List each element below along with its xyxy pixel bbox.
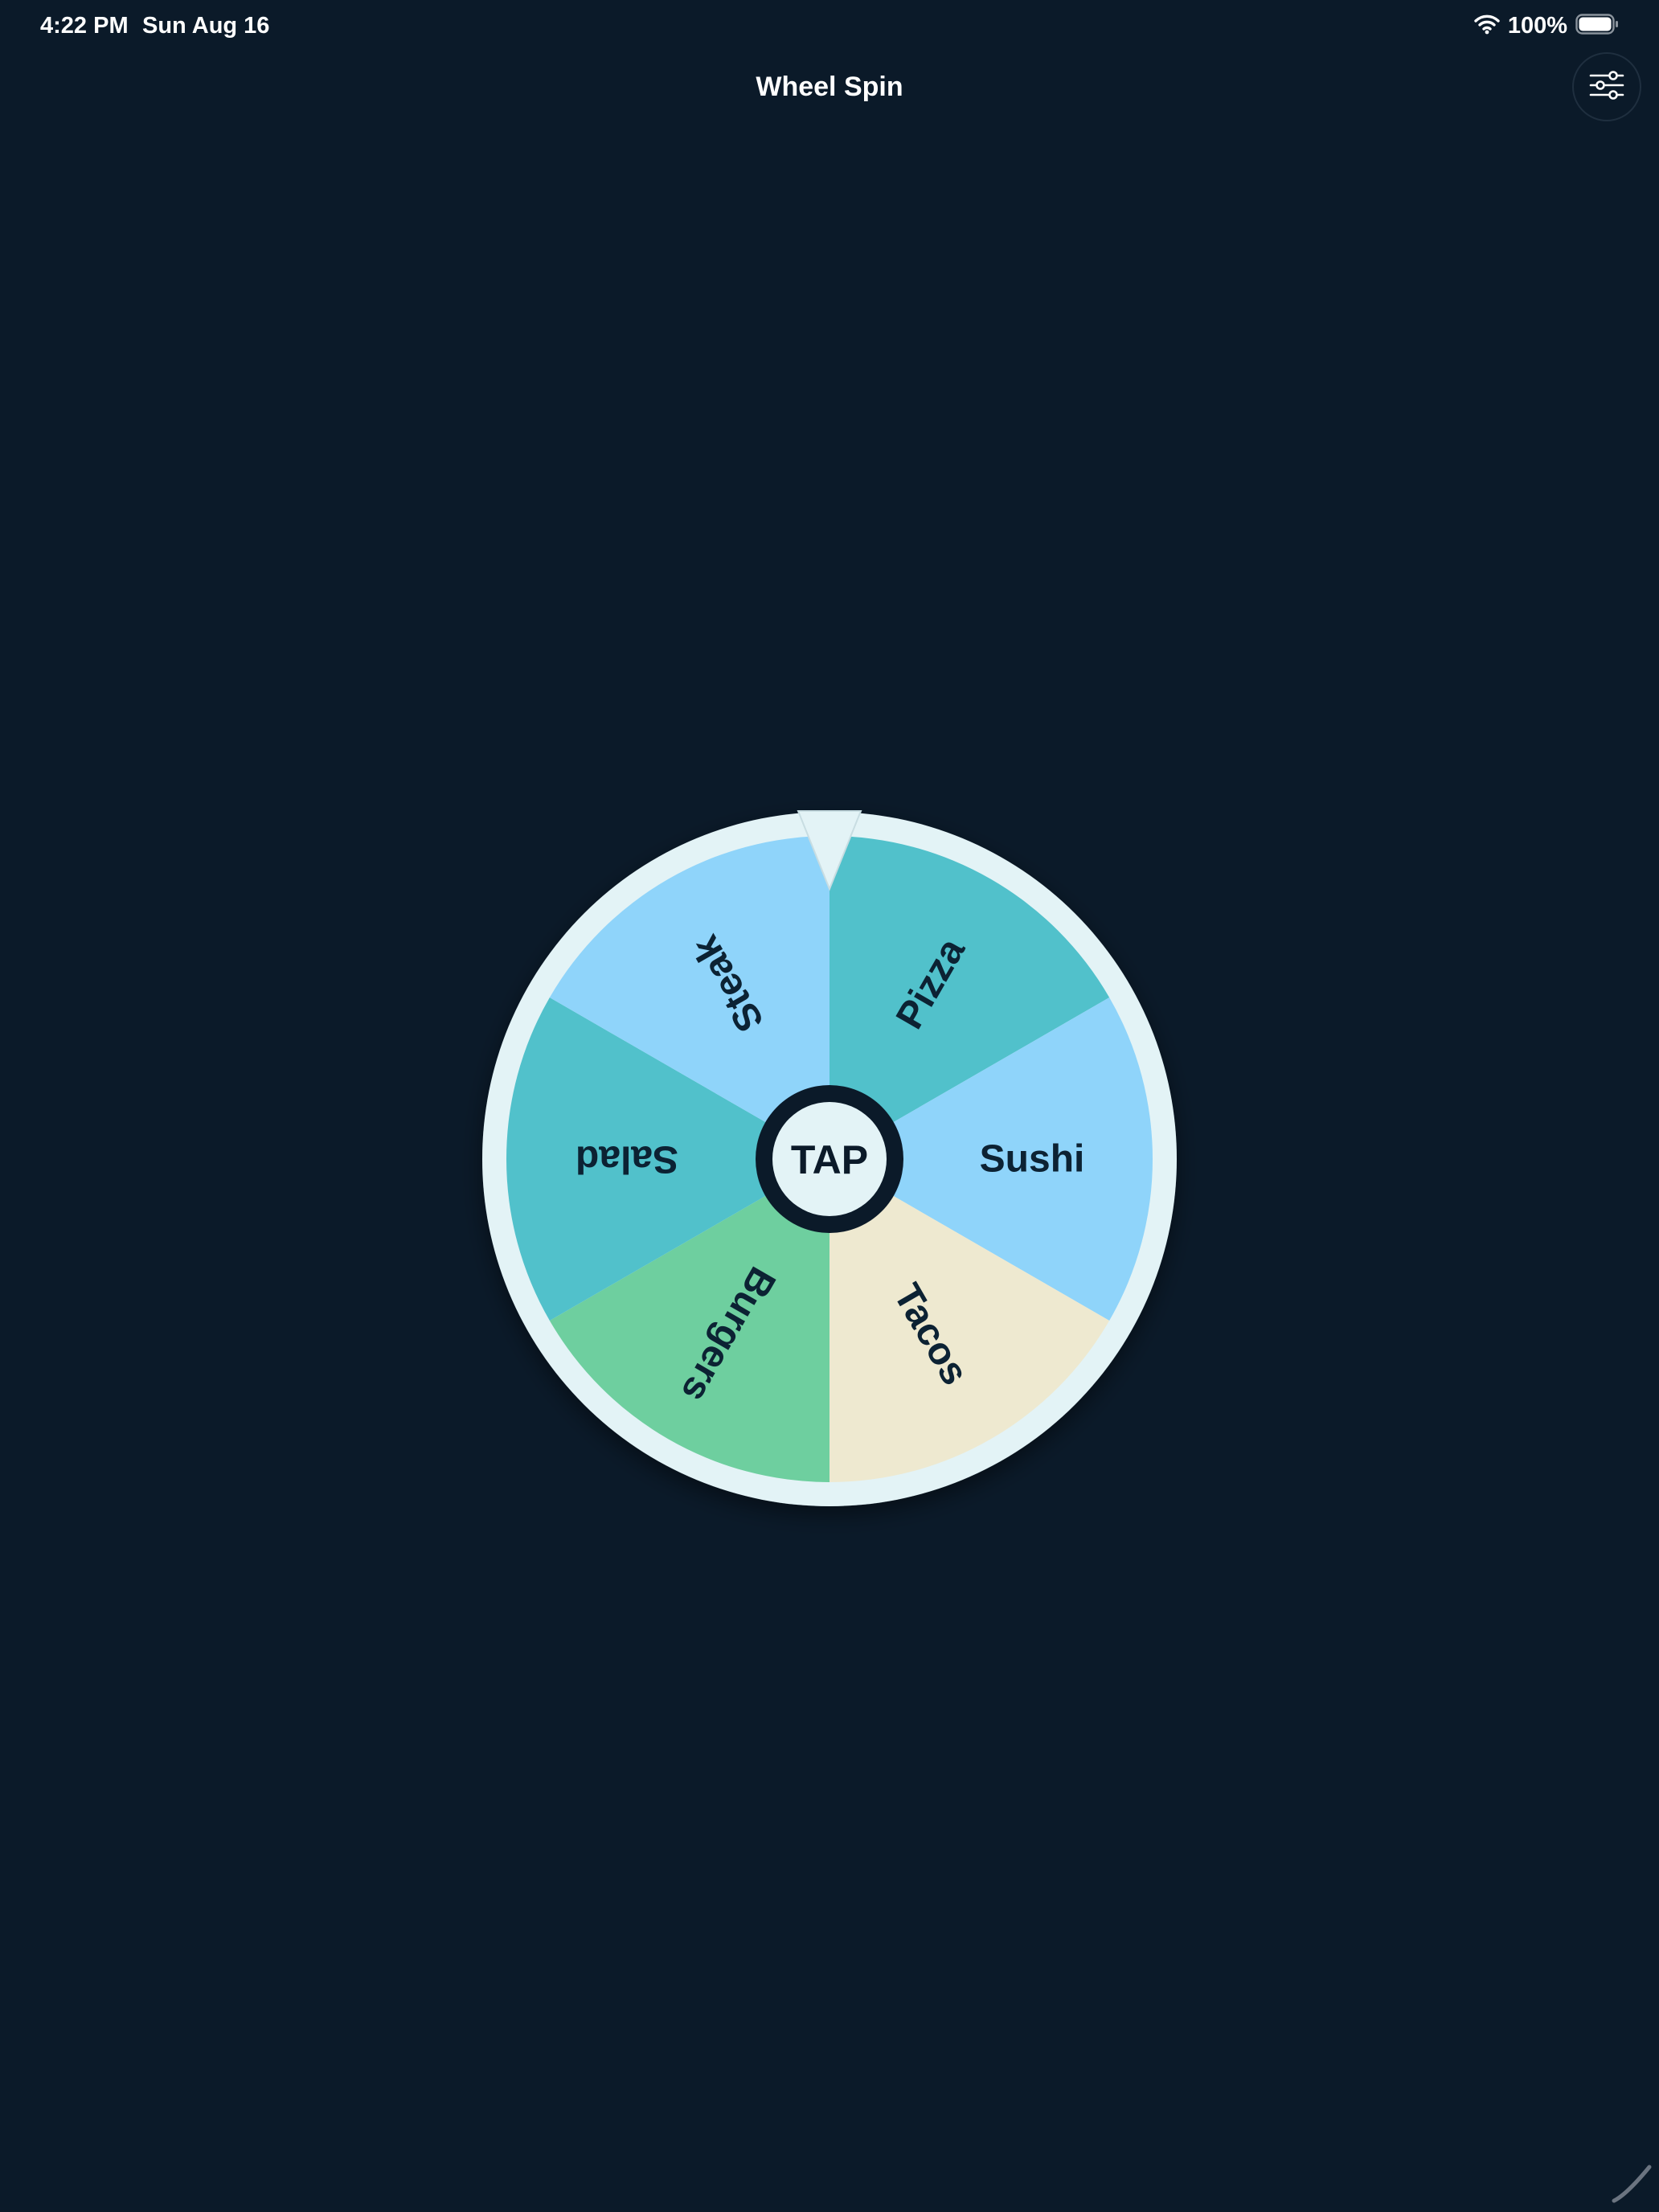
wheel-spin-screen: 4:22 PM Sun Aug 16 100% Wheel Spin Pizza…	[0, 0, 1659, 2212]
home-indicator	[1612, 2165, 1652, 2203]
wheel-label-sushi: Sushi	[980, 1138, 1085, 1181]
wheel-label-salad: Salad	[576, 1138, 678, 1181]
tap-button-label[interactable]: TAP	[791, 1137, 868, 1182]
spin-wheel[interactable]: PizzaSushiTacosBurgersSaladSteak TAP	[0, 0, 1659, 2212]
